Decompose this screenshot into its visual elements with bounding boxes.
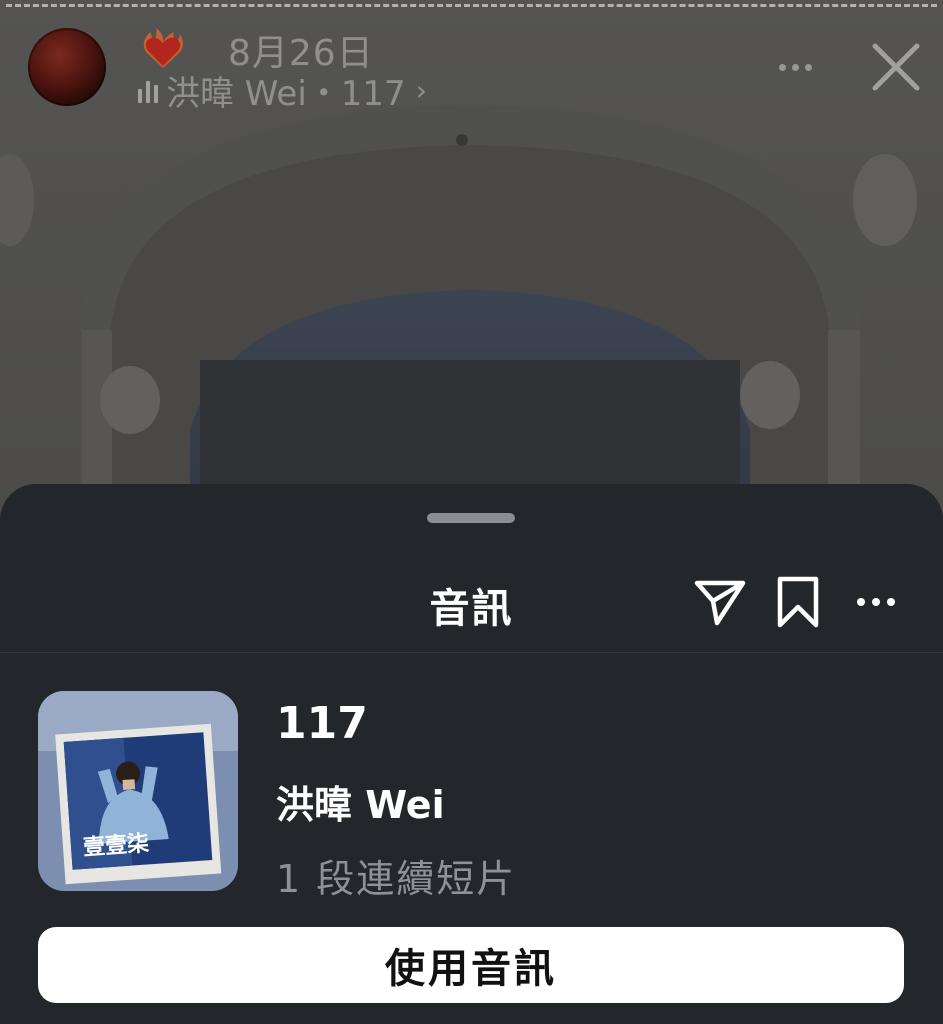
more-options-button[interactable] [848, 574, 904, 630]
track-title: 117 [276, 698, 368, 749]
story-music-link[interactable]: 洪暐 Wei・117 › [138, 66, 427, 115]
story-progress-bar [6, 4, 937, 8]
more-horizontal-icon [857, 598, 895, 606]
album-cover-art: 壹壹柒 [38, 691, 238, 891]
bookmark-icon [777, 576, 819, 628]
send-icon [694, 580, 746, 626]
divider [0, 652, 943, 653]
track-artist-link[interactable]: 洪暐 Wei [276, 774, 445, 829]
audio-bars-icon [138, 79, 158, 103]
close-icon[interactable] [869, 40, 923, 94]
story-music-text: 洪暐 Wei・117 [166, 74, 406, 114]
use-audio-button[interactable]: 使用音訊 [38, 927, 904, 1003]
chevron-right-icon: › [415, 74, 427, 107]
profile-avatar[interactable] [28, 28, 106, 106]
album-cover[interactable]: 壹壹柒 [38, 691, 238, 891]
audio-bottom-sheet: 音訊 壹壹柒 117 洪暐 Wei 1 段連續短片 使用音訊 [0, 484, 943, 1024]
sheet-drag-handle[interactable] [427, 513, 515, 523]
story-header: 8月26日 洪暐 Wei・117 › [28, 26, 923, 114]
album-cover-text: 壹壹柒 [82, 830, 150, 861]
send-button[interactable] [692, 574, 748, 630]
bookmark-button[interactable] [770, 574, 826, 630]
story-background: 8月26日 洪暐 Wei・117 › [0, 0, 943, 560]
story-more-icon[interactable] [779, 56, 819, 71]
track-clip-count[interactable]: 1 段連續短片 [276, 848, 516, 903]
